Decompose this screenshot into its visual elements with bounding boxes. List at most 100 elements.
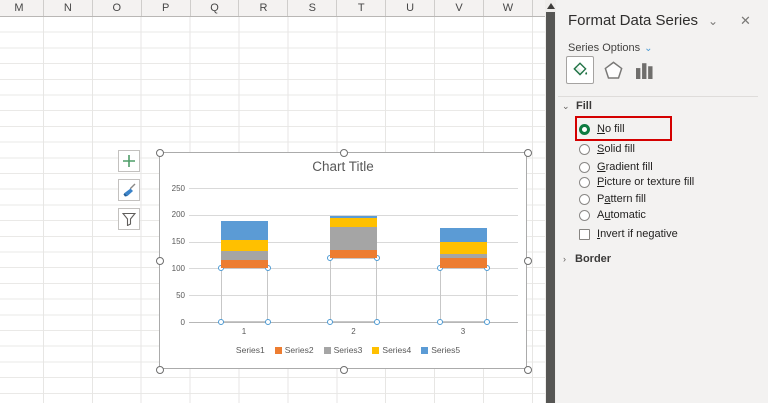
legend-label: Series3: [333, 345, 363, 355]
legend-swatch: [421, 346, 429, 354]
checkbox-option-invert-if-negative[interactable]: Invert if negative: [579, 227, 678, 241]
resize-handle-top-middle[interactable]: [340, 149, 348, 157]
bar-segment-series2-cat2[interactable]: [330, 249, 377, 258]
bar-segment-series1-cat2[interactable]: [330, 257, 377, 322]
column-header-W[interactable]: W: [484, 0, 533, 16]
y-axis-tick-label: 0: [180, 317, 185, 327]
funnel-icon: [122, 212, 136, 226]
bar-segment-series2-cat3[interactable]: [439, 257, 487, 269]
chart-filters-button[interactable]: [118, 208, 140, 230]
gridline-250: [189, 188, 518, 189]
y-axis-tick-label: 100: [171, 263, 185, 273]
radio-button[interactable]: [579, 143, 590, 155]
option-label: Gradient fill: [597, 161, 653, 173]
bar-segment-series4-cat1[interactable]: [220, 239, 268, 251]
fill-section-heading[interactable]: Fill: [576, 100, 592, 112]
column-header-Q[interactable]: Q: [191, 0, 240, 16]
radio-option-no-fill[interactable]: No fill: [579, 122, 625, 136]
tab-series-options[interactable]: [636, 62, 653, 84]
bar-segment-series4-cat3[interactable]: [439, 241, 487, 254]
column-header-R[interactable]: R: [240, 0, 289, 16]
legend-item-series1[interactable]: Series1: [226, 345, 265, 355]
legend-item-series4[interactable]: Series4: [372, 345, 411, 355]
pane-close-icon[interactable]: ✕: [740, 13, 751, 29]
legend-swatch: [274, 346, 282, 354]
column-header-V[interactable]: V: [435, 0, 484, 16]
radio-option-solid-fill[interactable]: Solid fill: [579, 142, 635, 156]
radio-option-gradient-fill[interactable]: Gradient fill: [579, 160, 653, 174]
legend-label: Series2: [284, 345, 314, 355]
column-header-T[interactable]: T: [337, 0, 387, 16]
column-header-U[interactable]: U: [386, 0, 436, 16]
column-header-N[interactable]: N: [44, 0, 93, 16]
border-section-chevron-icon[interactable]: ›: [563, 254, 566, 264]
series-selection-handle[interactable]: [217, 319, 224, 325]
tab-effects[interactable]: [604, 61, 623, 85]
resize-handle-top-right[interactable]: [524, 149, 532, 157]
border-section-heading[interactable]: Border: [575, 253, 611, 265]
radio-button[interactable]: [579, 209, 590, 221]
bar-segment-series5-cat3[interactable]: [439, 228, 487, 242]
column-header-M[interactable]: M: [0, 0, 44, 16]
legend-item-series2[interactable]: Series2: [274, 345, 314, 355]
series-selection-handle[interactable]: [483, 319, 490, 325]
scroll-up-arrow-icon[interactable]: [546, 3, 555, 9]
column-header-O[interactable]: O: [93, 0, 142, 16]
legend-item-series3[interactable]: Series3: [323, 345, 363, 355]
pane-collapse-chevron-icon[interactable]: ⌄: [708, 14, 718, 28]
tab-fill-and-line[interactable]: [566, 56, 594, 84]
option-label: Automatic: [597, 209, 646, 221]
plus-icon: [123, 155, 135, 167]
radio-button[interactable]: [579, 123, 590, 135]
x-axis-label-1: 1: [241, 327, 247, 336]
legend-label: Series1: [235, 345, 265, 355]
series-selection-handle[interactable]: [327, 319, 333, 325]
y-axis-tick-label: 250: [171, 183, 185, 193]
option-label: Pattern fill: [597, 193, 646, 205]
column-header-P[interactable]: P: [142, 0, 191, 16]
option-label: No fill: [597, 123, 625, 135]
resize-handle-bottom-left[interactable]: [156, 366, 164, 374]
radio-option-automatic[interactable]: Automatic: [579, 208, 646, 222]
bar-segment-series1-cat3[interactable]: [439, 268, 487, 322]
radio-option-pattern-fill[interactable]: Pattern fill: [579, 192, 646, 206]
resize-handle-top-left[interactable]: [156, 149, 164, 157]
legend-item-series5[interactable]: Series5: [421, 345, 460, 355]
column-header-S[interactable]: S: [288, 0, 338, 16]
y-axis-tick-label: 50: [176, 290, 185, 300]
checkbox[interactable]: [579, 228, 590, 240]
bar-segment-series5-cat1[interactable]: [220, 221, 268, 240]
bar-segment-series5-cat2[interactable]: [330, 215, 377, 218]
chart-legend[interactable]: Series1 Series2 Series3 Series4 Series5: [160, 345, 526, 355]
option-label: Picture or texture fill: [597, 176, 695, 188]
bar-segment-series1-cat1[interactable]: [220, 268, 268, 322]
series-selection-handle[interactable]: [436, 319, 443, 325]
bar-segment-series3-cat2[interactable]: [330, 227, 377, 250]
chart-title[interactable]: Chart Title: [160, 159, 526, 174]
series-selection-handle[interactable]: [374, 319, 380, 325]
bar-segment-series3-cat3[interactable]: [439, 253, 487, 258]
radio-button[interactable]: [579, 176, 590, 188]
excel-window: MNOPQRSTUVW Chart Title 0 50 100 150 200 250 1…: [0, 0, 768, 403]
vertical-scrollbar[interactable]: [545, 0, 556, 403]
radio-option-picture-or-texture-fill[interactable]: Picture or texture fill: [579, 175, 694, 189]
resize-handle-middle-right[interactable]: [524, 257, 532, 265]
option-label: Solid fill: [597, 143, 635, 155]
chart-object[interactable]: Chart Title 0 50 100 150 200 250 1 2 3 Series1 Se…: [156, 149, 532, 374]
series-selection-handle[interactable]: [264, 319, 271, 325]
y-axis-tick-label: 150: [171, 237, 185, 247]
format-data-series-pane: Format Data Series ⌄ ✕ Series Options ⌄ ⌄: [556, 0, 768, 403]
resize-handle-middle-left[interactable]: [156, 257, 164, 265]
radio-button[interactable]: [579, 193, 590, 205]
fill-section-chevron-icon[interactable]: ⌄: [562, 101, 570, 112]
bar-segment-series4-cat2[interactable]: [330, 218, 377, 228]
resize-handle-bottom-right[interactable]: [524, 366, 532, 374]
radio-button[interactable]: [579, 161, 590, 173]
scrollbar-thumb[interactable]: [546, 12, 555, 403]
chart-styles-button[interactable]: [118, 179, 140, 201]
bar-segment-series2-cat1[interactable]: [220, 260, 268, 269]
chart-elements-button[interactable]: [118, 150, 140, 172]
bar-segment-series3-cat1[interactable]: [220, 250, 268, 261]
series-options-menu[interactable]: Series Options ⌄: [568, 42, 653, 54]
resize-handle-bottom-middle[interactable]: [340, 366, 348, 374]
